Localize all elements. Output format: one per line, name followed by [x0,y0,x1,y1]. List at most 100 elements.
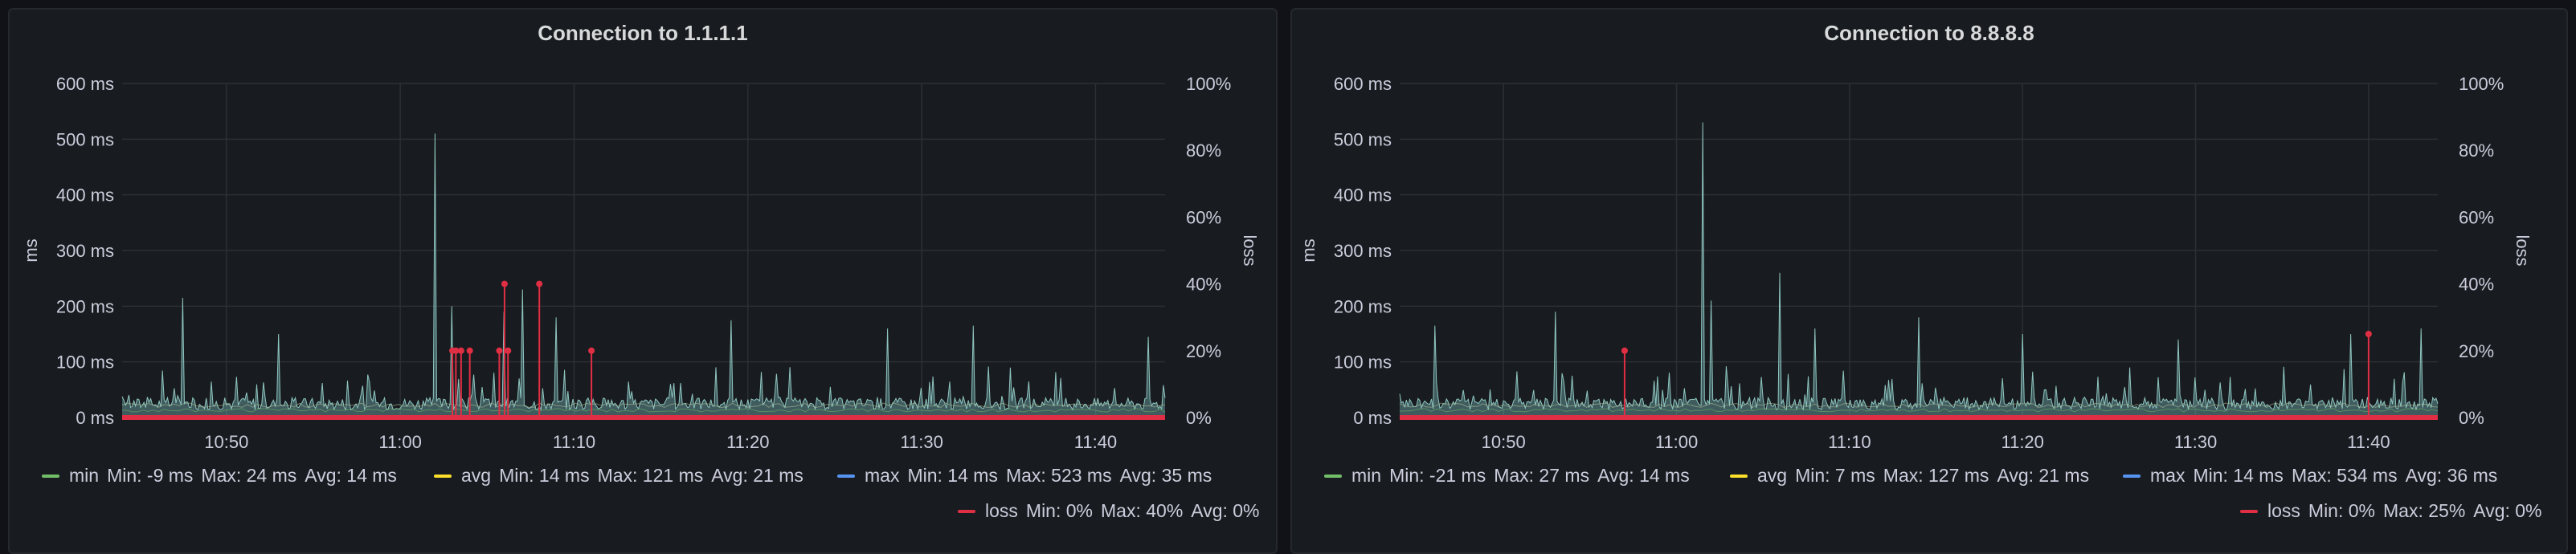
legend-stat-min: Min: 14 ms [499,465,590,486]
x-tick-label: 11:30 [2174,432,2217,452]
legend-stat-min: Min: -9 ms [107,465,194,486]
y-tick-label: 600 ms [1334,74,1392,94]
y2-tick-label: 40% [2459,275,2494,295]
y2-tick-label: 80% [2459,141,2494,161]
x-tick-label: 11:00 [1655,432,1698,452]
loss-point [588,347,595,354]
y2-tick-label: 0% [2459,408,2484,428]
y2-tick-label: 60% [2459,207,2494,227]
y-tick-label: 100 ms [56,352,114,373]
legend-swatch [1730,474,1748,478]
legend-series-name: max [2150,465,2186,486]
x-tick-label: 11:40 [1074,432,1117,452]
legend-item-max[interactable]: max Min: 14 ms Max: 534 ms Avg: 36 ms [2123,465,2505,487]
x-tick-label: 11:10 [553,432,595,452]
loss-point [505,347,512,354]
legend-stat-max: Max: 27 ms [1494,465,1590,486]
loss-point [466,347,473,354]
chart-svg: 0 ms 100 ms 200 ms 300 ms 400 ms 500 ms 600 ms… [21,74,1260,452]
legend-series-name: max [865,465,900,486]
legend-stat-max: Max: 523 ms [1005,465,1112,486]
y2-tick-label: 0% [1186,408,1212,428]
y2-tick-label: 20% [1186,341,1221,361]
legend-stat-avg: Avg: 21 ms [1997,465,2090,486]
legend-item-min[interactable]: min Min: -9 ms Max: 24 ms Avg: 14 ms [42,465,405,487]
loss-point [536,280,543,287]
legend-stat-max: Max: 24 ms [201,465,297,486]
y-tick-label: 200 ms [56,296,114,316]
y-tick-label: 200 ms [1334,296,1392,316]
legend-stat-max: Max: 25% [2383,500,2466,521]
legend-series-name: min [1351,465,1382,486]
y-tick-label: 300 ms [1334,241,1392,261]
legend-item-loss[interactable]: loss Min: 0% Max: 40% Avg: 0% [958,500,1268,522]
legend-stat-max: Max: 127 ms [1883,465,1989,486]
legend-stat-avg: Avg: 0% [2473,500,2542,521]
legend-stat-min: Min: 14 ms [907,465,998,486]
x-tick-label: 11:20 [2001,432,2043,452]
legend-stat-min: Min: 14 ms [2193,465,2284,486]
y-axis-title: ms [1298,238,1319,262]
y-tick-label: 0 ms [1353,408,1392,428]
legend-stat-max: Max: 534 ms [2291,465,2398,486]
panel-connection-8888[interactable]: Connection to 8.8.8.8 0 ms 100 ms 200 ms 30… [1290,8,2568,554]
x-tick-label: 11:40 [2347,432,2390,452]
legend-series-name: min [69,465,100,486]
legend-stat-avg: Avg: 21 ms [711,465,803,486]
y-tick-label: 0 ms [76,408,114,428]
y-tick-label: 400 ms [1334,185,1392,206]
y2-tick-label: 100% [1186,74,1231,94]
legend-stat-avg: Avg: 35 ms [1119,465,1212,486]
legend-stat-min: Min: -21 ms [1389,465,1486,486]
chart-svg: 0 ms 100 ms 200 ms 300 ms 400 ms 500 ms 600 ms… [1298,74,2533,452]
legend-item-max[interactable]: max Min: 14 ms Max: 523 ms Avg: 35 ms [837,465,1220,487]
legend-stat-max: Max: 40% [1101,500,1184,521]
legend-item-avg[interactable]: avg Min: 7 ms Max: 127 ms Avg: 21 ms [1730,465,2097,487]
y-tick-label: 500 ms [1334,129,1392,149]
y2-axis-title: loss [1240,234,1260,266]
legend-stat-min: Min: 0% [1025,500,1093,521]
legend-stat-max: Max: 121 ms [597,465,704,486]
legend-series-name: avg [1757,465,1788,486]
legend-swatch [958,509,975,513]
legend-series-name: loss [2267,500,2300,521]
legend-stat-avg: Avg: 14 ms [1597,465,1690,486]
legend-item-loss[interactable]: loss Min: 0% Max: 25% Avg: 0% [2240,500,2550,522]
x-tick-label: 11:20 [726,432,769,452]
panel-connection-1111[interactable]: Connection to 1.1.1.1 0 ms 100 ms 200 ms 30… [8,8,1278,554]
legend-swatch [42,474,59,478]
legend-swatch [1324,474,1342,478]
y-tick-label: 300 ms [56,241,114,261]
loss-point [457,347,464,354]
loss-point [1621,347,1628,354]
legend-swatch [837,474,855,478]
loss-point [496,347,503,354]
y-tick-label: 600 ms [56,74,114,94]
legend-item-min[interactable]: min Min: -21 ms Max: 27 ms Avg: 14 ms [1324,465,1698,487]
legend-swatch [2240,509,2258,513]
y2-tick-label: 60% [1186,207,1221,227]
legend-stat-min: Min: 7 ms [1795,465,1875,486]
x-tick-label: 11:10 [1828,432,1871,452]
max-series-area [122,133,1165,418]
legend-item-avg[interactable]: avg Min: 14 ms Max: 121 ms Avg: 21 ms [434,465,812,487]
legend-swatch [434,474,452,478]
y2-tick-label: 40% [1186,275,1221,295]
y2-tick-label: 100% [2459,74,2504,94]
x-tick-label: 11:30 [900,432,942,452]
y2-axis-title: loss [2513,234,2533,266]
legend-stat-avg: Avg: 14 ms [305,465,397,486]
legend-stat-min: Min: 0% [2308,500,2375,521]
x-tick-label: 10:50 [1482,432,1526,452]
y2-tick-label: 80% [1186,141,1221,161]
y-tick-label: 400 ms [56,185,114,206]
y-axis-title: ms [21,238,41,262]
x-tick-label: 10:50 [204,432,248,452]
loss-point [501,280,508,287]
legend-swatch [2123,474,2141,478]
legend-stat-avg: Avg: 36 ms [2405,465,2498,486]
y2-tick-label: 20% [2459,341,2494,361]
y-tick-label: 500 ms [56,129,114,149]
loss-point [2365,331,2372,337]
legend-series-name: avg [461,465,492,486]
